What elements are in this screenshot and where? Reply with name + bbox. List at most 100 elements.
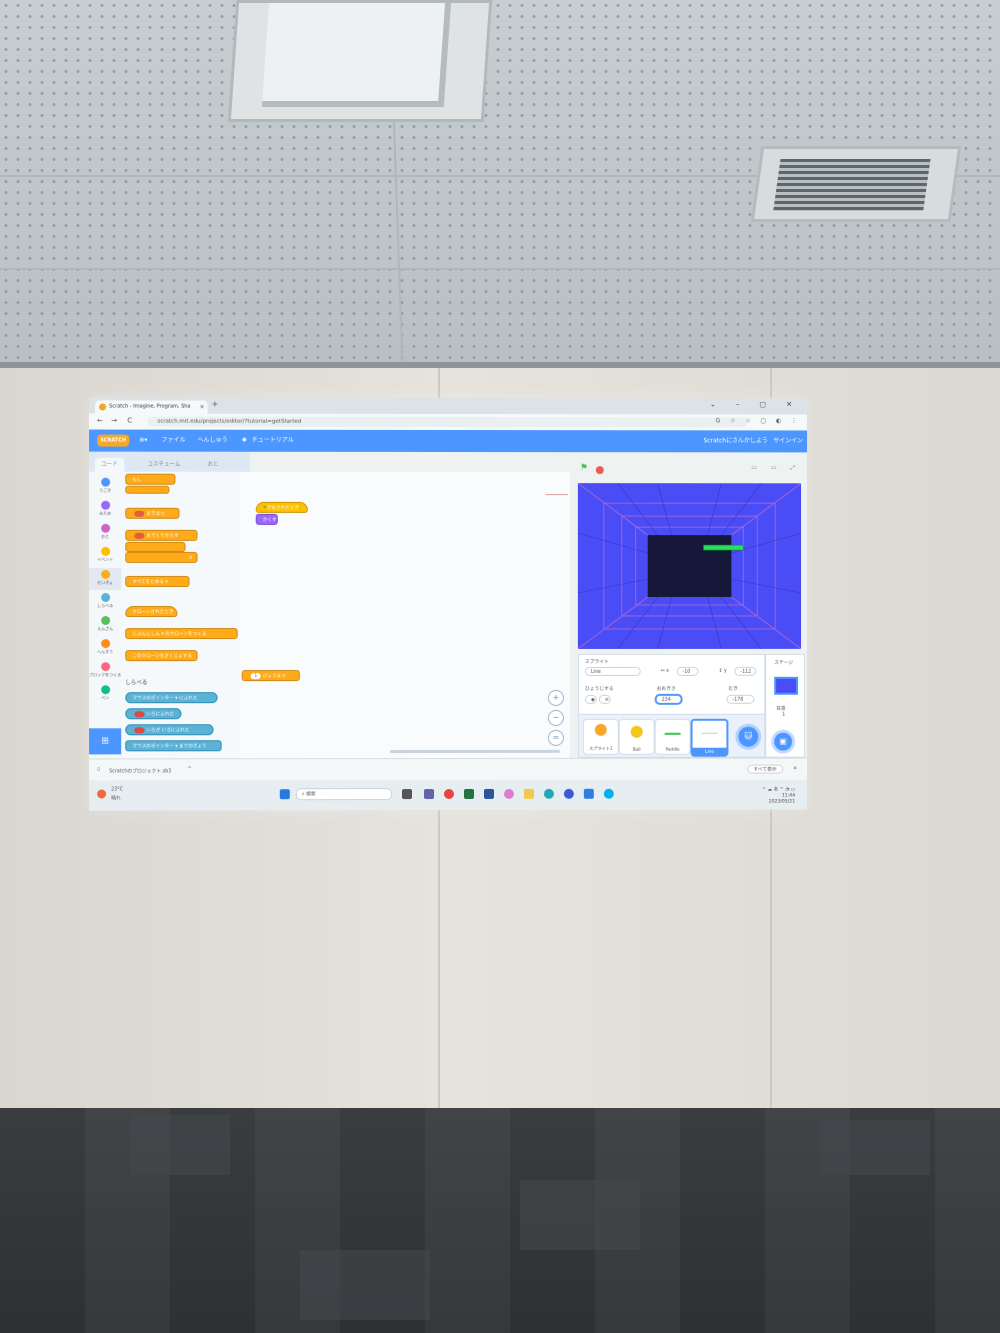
category-item[interactable]: えんざん (89, 614, 121, 636)
code-workspace[interactable]: ⚑がおされたとき かくす 1 びょうまつ (239, 471, 570, 783)
url-field[interactable]: scratch.mit.edu/projects/editor/?tutoria… (147, 416, 748, 428)
sprite-card[interactable]: Paddle (654, 718, 691, 755)
file-icon: ▯ (97, 767, 100, 773)
sprite-name: Line (692, 747, 727, 755)
address-bar-icons[interactable]: G ☆ ☆ ▢ ◐ ⋮ (716, 417, 801, 424)
palette-block[interactable]: じぶんじしん ▾ のクローンをつくる (125, 628, 238, 640)
palette-block[interactable]: マウスのポインター ▾ までのきょり (125, 740, 222, 752)
window-controls[interactable]: ⌄ – ▢ ✕ (710, 400, 801, 408)
tab-code[interactable]: コード (95, 457, 124, 472)
category-item[interactable]: しらべる (89, 591, 121, 613)
category-dot-icon (100, 592, 110, 602)
sprite-card[interactable]: スプライト1 (582, 718, 619, 755)
category-item[interactable]: イベント (89, 545, 121, 567)
forward-icon[interactable]: → (111, 417, 117, 425)
globe-icon[interactable]: ⊕▾ (139, 436, 147, 446)
zoom-reset-button[interactable]: = (547, 729, 564, 746)
stop-button[interactable] (595, 466, 604, 475)
taskview-icon[interactable] (401, 789, 412, 800)
direction-field[interactable]: -178 (726, 694, 755, 704)
tab-costumes[interactable]: コスチューム (141, 458, 186, 472)
sprite-card-selected[interactable]: Line (690, 718, 729, 757)
skype-icon[interactable] (603, 788, 614, 799)
hide-visible-icon[interactable]: ⊘ (598, 694, 611, 704)
tab-sounds[interactable]: おと (202, 458, 225, 472)
show-all-downloads[interactable]: すべて表示 (747, 764, 784, 774)
palette-block[interactable]: このクローンをさくじょする (125, 650, 198, 662)
sprite-thumb (594, 723, 607, 736)
zoom-in-button[interactable]: + (547, 689, 564, 706)
add-extension-button[interactable]: ⊞ (89, 728, 122, 755)
weather-desc: 晴れ (111, 796, 121, 802)
palette-block[interactable]: までくりかえす (125, 529, 198, 541)
tab-close-icon[interactable]: × (200, 401, 205, 414)
show-visible-icon[interactable]: ◉ (584, 694, 597, 704)
y-field[interactable]: -112 (734, 666, 757, 676)
menu-file[interactable]: ファイル (161, 436, 185, 446)
category-item[interactable]: おと (89, 522, 121, 544)
palette-block[interactable]: ↺ (125, 551, 198, 563)
download-bar: ▯ Scratchのプロジェクト.sb3 ^ すべて表示 ✕ (89, 757, 808, 782)
signin-link[interactable]: サインイン (773, 436, 803, 446)
chrome-icon[interactable] (444, 788, 454, 800)
wait-value[interactable]: 1 (250, 672, 261, 679)
carpet-tile (300, 1250, 430, 1320)
excel-icon[interactable] (463, 788, 474, 799)
category-item[interactable]: せいぎょ (89, 567, 122, 590)
choose-backdrop-icon[interactable]: ▣ (774, 732, 793, 751)
taskbar-search[interactable]: ⌕ 検索 (295, 788, 392, 801)
workspace-scrollbar[interactable] (389, 749, 560, 754)
download-close-icon[interactable]: ✕ (793, 767, 797, 772)
category-item[interactable]: へんすう (89, 637, 121, 659)
category-item[interactable]: ペン (89, 683, 121, 705)
palette-block[interactable]: もし (125, 473, 176, 485)
when-flag-clicked-block[interactable]: ⚑がおされたとき (255, 501, 308, 513)
palette-block[interactable]: マウスのポインター ▾ にふれた (125, 692, 218, 704)
menu-tutorials[interactable]: チュートリアル (252, 436, 294, 446)
palette-block[interactable]: いろが いろにふれた (125, 724, 214, 736)
category-item[interactable]: うごき (89, 476, 121, 498)
sprite-name: Ball (632, 746, 641, 752)
store-icon[interactable] (583, 788, 594, 799)
scratch-logo[interactable]: SCRATCH (97, 434, 130, 447)
sprite-card[interactable]: Ball (618, 718, 655, 755)
join-scratch-link[interactable]: Scratchにさんかしよう (704, 436, 768, 446)
palette-block[interactable]: クローンされたとき (125, 606, 178, 618)
stage-target-panel[interactable]: ステージ 背景 1 ▣ (765, 653, 806, 758)
size-field[interactable]: 234 (654, 693, 683, 705)
reload-icon[interactable]: C (127, 417, 132, 425)
zoom-out-button[interactable]: − (547, 709, 564, 726)
category-label: うごき (99, 487, 112, 493)
teams-icon[interactable] (423, 789, 434, 800)
download-filename[interactable]: Scratchのプロジェクト.sb3 (109, 767, 171, 774)
green-flag-button[interactable]: ⚑ (580, 463, 588, 473)
palette-block[interactable]: すべてをとめる ▾ (125, 575, 190, 587)
stage-canvas[interactable] (577, 483, 802, 649)
block-slot (134, 510, 145, 517)
word-icon[interactable] (483, 788, 494, 799)
copilot-icon[interactable] (503, 788, 514, 799)
category-item[interactable]: ブロックをつくる (89, 660, 121, 682)
category-item[interactable]: みため (89, 499, 121, 521)
stage-size-buttons[interactable]: ▭ ▭ ⤢ (751, 464, 801, 472)
app-icon[interactable] (563, 788, 574, 799)
wait-block[interactable]: 1 びょうまつ (241, 670, 300, 682)
system-tray[interactable]: ^ ☁ あ ⌔ ◔ ▭ 11:44 2023/05/21 (762, 788, 795, 806)
palette-block-mouth (125, 485, 170, 494)
explorer-icon[interactable] (523, 788, 534, 799)
download-menu-icon[interactable]: ^ (188, 767, 192, 772)
scratch-favicon-icon (99, 403, 107, 411)
hide-block[interactable]: かくす (255, 513, 278, 525)
sprite-name-field[interactable]: Line (584, 666, 641, 676)
choose-sprite-icon[interactable]: 🐱 (738, 726, 759, 747)
palette-block[interactable]: いろにふれた (125, 708, 182, 720)
browser-tab[interactable]: Scratch - Imagine, Program, Sha × (95, 400, 208, 414)
start-icon[interactable] (279, 789, 290, 800)
menu-edit[interactable]: へんしゅう (198, 436, 228, 446)
new-tab-button[interactable]: + (212, 400, 219, 409)
palette-block[interactable]: までまつ (125, 507, 180, 519)
x-field[interactable]: -10 (676, 666, 699, 676)
back-icon[interactable]: ← (97, 417, 103, 425)
category-dot-icon (100, 685, 110, 695)
edge-icon[interactable] (543, 788, 554, 799)
